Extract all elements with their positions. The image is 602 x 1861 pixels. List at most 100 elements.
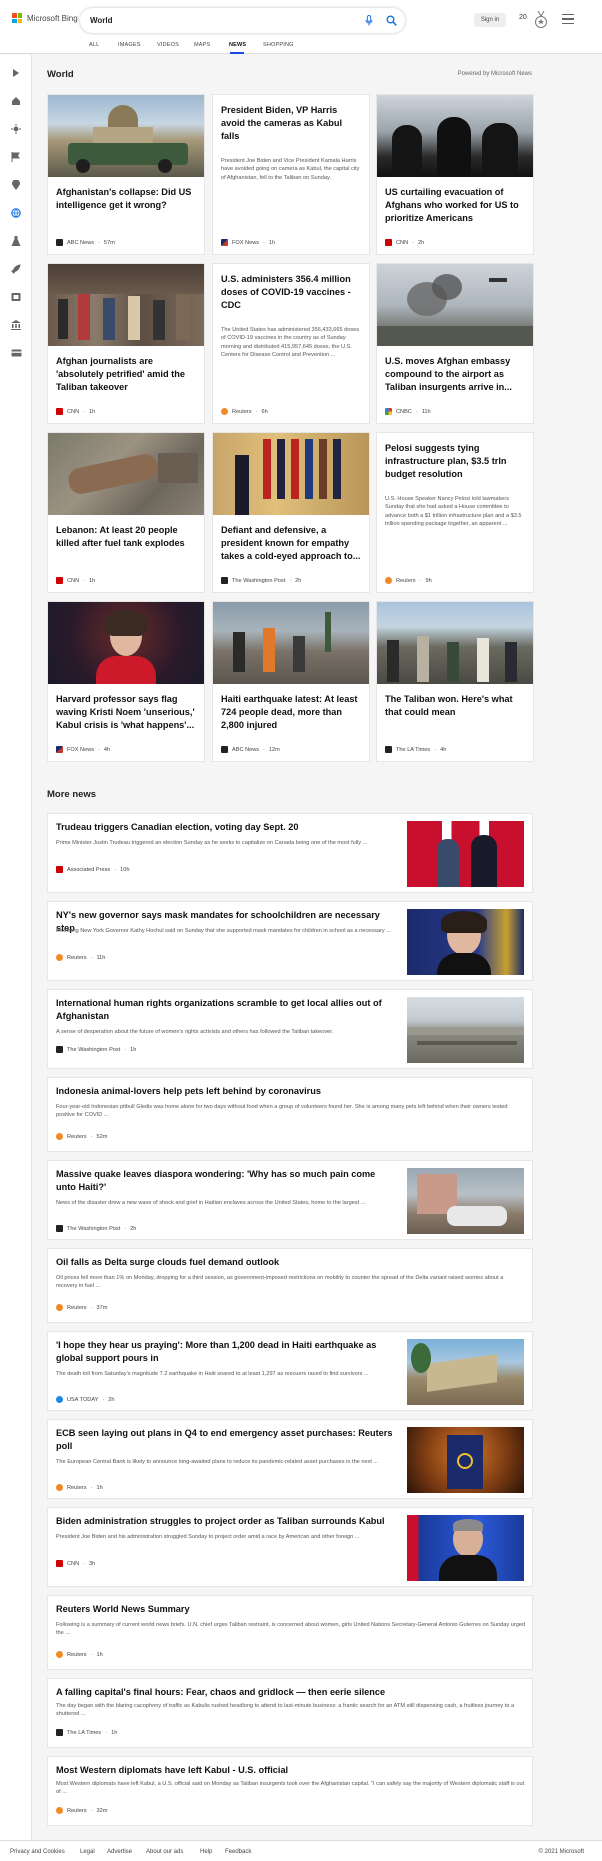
tab-maps[interactable]: MAPS xyxy=(194,42,210,48)
footer-link-feedback[interactable]: Feedback xyxy=(225,1849,251,1855)
footer-link-legal[interactable]: Legal xyxy=(80,1849,95,1855)
tab-images[interactable]: IMAGES xyxy=(118,42,141,48)
news-card[interactable]: US curtailing evacuation of Afghans who … xyxy=(376,94,534,255)
home-icon[interactable] xyxy=(10,95,22,107)
news-item-source[interactable]: Reuters · 52m xyxy=(56,1133,107,1140)
news-card[interactable]: U.S. administers 356.4 million doses of … xyxy=(212,263,370,424)
news-card-source[interactable]: The LA Times · 4h xyxy=(385,746,446,753)
news-card[interactable]: Afghan journalists are 'absolutely petri… xyxy=(47,263,205,424)
search-icon[interactable] xyxy=(383,13,399,29)
news-card-source[interactable]: CNN · 1h xyxy=(56,408,95,415)
news-card[interactable]: U.S. moves Afghan embassy compound to th… xyxy=(376,263,534,424)
news-item-source[interactable]: Reuters · 32m xyxy=(56,1807,107,1814)
news-item-source[interactable]: USA TODAY · 2h xyxy=(56,1396,115,1403)
news-card-title[interactable]: U.S. administers 356.4 million doses of … xyxy=(221,273,361,312)
news-card-title[interactable]: US curtailing evacuation of Afghans who … xyxy=(385,186,525,225)
news-card-title[interactable]: U.S. moves Afghan embassy compound to th… xyxy=(385,355,525,394)
news-item-source[interactable]: The LA Times · 1h xyxy=(56,1729,117,1736)
news-card-source[interactable]: CNN · 2h xyxy=(385,239,424,246)
news-card[interactable]: Afghanistan's collapse: Did US intellige… xyxy=(47,94,205,255)
science-flask-icon[interactable] xyxy=(10,235,22,247)
tab-videos[interactable]: VIDEOS xyxy=(157,42,179,48)
sign-in-button[interactable]: Sign in xyxy=(474,13,506,27)
news-card-title[interactable]: Haiti earthquake latest: At least 724 pe… xyxy=(221,693,361,732)
technology-rocket-icon[interactable] xyxy=(10,263,22,275)
news-item-title[interactable]: ECB seen laying out plans in Q4 to end e… xyxy=(56,1427,396,1453)
news-item-source[interactable]: The Washington Post · 2h xyxy=(56,1225,136,1232)
news-card-source[interactable]: ABC News · 12m xyxy=(221,746,280,753)
news-card-source[interactable]: CNBC · 11h xyxy=(385,408,431,415)
news-card-source[interactable]: Reuters · 9h xyxy=(385,577,432,584)
news-list-item[interactable]: International human rights organizations… xyxy=(47,989,533,1069)
news-item-source[interactable]: Reuters · 1h xyxy=(56,1484,103,1491)
menu-icon[interactable] xyxy=(562,14,574,24)
search-input[interactable]: World xyxy=(90,16,361,25)
footer-link-privacy[interactable]: Privacy and Cookies xyxy=(10,1849,65,1855)
news-card[interactable]: Lebanon: At least 20 people killed after… xyxy=(47,432,205,593)
news-card-title[interactable]: President Biden, VP Harris avoid the cam… xyxy=(221,104,361,143)
news-card-title[interactable]: The Taliban won. Here's what that could … xyxy=(385,693,525,719)
microphone-icon[interactable] xyxy=(361,13,377,29)
news-list-item[interactable]: 'I hope they hear us praying': More than… xyxy=(47,1331,533,1411)
news-card-title[interactable]: Afghan journalists are 'absolutely petri… xyxy=(56,355,196,394)
tab-shopping[interactable]: SHOPPING xyxy=(263,42,294,48)
news-item-source[interactable]: Reuters · 37m xyxy=(56,1304,107,1311)
news-card-title[interactable]: Lebanon: At least 20 people killed after… xyxy=(56,524,196,550)
news-card-title[interactable]: Defiant and defensive, a president known… xyxy=(221,524,361,563)
news-card-source[interactable]: Reuters · 6h xyxy=(221,408,268,415)
news-card[interactable]: The Taliban won. Here's what that could … xyxy=(376,601,534,762)
news-card-source[interactable]: The Washington Post · 2h xyxy=(221,577,301,584)
rewards-points[interactable]: 20 xyxy=(519,14,527,21)
news-list-item[interactable]: NY's new governor says mask mandates for… xyxy=(47,901,533,981)
local-pin-icon[interactable] xyxy=(10,179,22,191)
news-list-item[interactable]: Trudeau triggers Canadian election, voti… xyxy=(47,813,533,893)
news-list-item[interactable]: Most Western diplomats have left Kabul -… xyxy=(47,1756,533,1826)
news-card-title[interactable]: Harvard professor says flag waving Krist… xyxy=(56,693,196,732)
news-list-item[interactable]: Oil falls as Delta surge clouds fuel dem… xyxy=(47,1248,533,1323)
news-item-title[interactable]: Oil falls as Delta surge clouds fuel dem… xyxy=(56,1256,526,1269)
news-list-item[interactable]: A falling capital's final hours: Fear, c… xyxy=(47,1678,533,1748)
news-item-source[interactable]: The Washington Post · 1h xyxy=(56,1046,136,1053)
news-card[interactable]: Haiti earthquake latest: At least 724 pe… xyxy=(212,601,370,762)
footer-link-help[interactable]: Help xyxy=(200,1849,212,1855)
us-news-flag-icon[interactable] xyxy=(10,151,22,163)
news-item-title[interactable]: A falling capital's final hours: Fear, c… xyxy=(56,1686,526,1699)
coronavirus-icon[interactable] xyxy=(10,123,22,135)
news-item-title[interactable]: Reuters World News Summary xyxy=(56,1603,526,1616)
search-box[interactable]: World xyxy=(80,8,405,33)
news-card-title[interactable]: Afghanistan's collapse: Did US intellige… xyxy=(56,186,196,212)
news-list-item[interactable]: Reuters World News Summary Following is … xyxy=(47,1595,533,1670)
footer-link-about-ads[interactable]: About our ads xyxy=(146,1849,183,1855)
bing-logo[interactable]: Microsoft Bing xyxy=(12,13,78,23)
rewards-medal-icon[interactable] xyxy=(534,10,548,29)
news-card-source[interactable]: ABC News · 57m xyxy=(56,239,115,246)
news-card-source[interactable]: FOX News · 1h xyxy=(221,239,275,246)
news-card[interactable]: Defiant and defensive, a president known… xyxy=(212,432,370,593)
news-item-title[interactable]: Massive quake leaves diaspora wondering:… xyxy=(56,1168,396,1194)
news-card-source[interactable]: CNN · 1h xyxy=(56,577,95,584)
news-card[interactable]: President Biden, VP Harris avoid the cam… xyxy=(212,94,370,255)
news-item-title[interactable]: Biden administration struggles to projec… xyxy=(56,1515,396,1528)
money-card-icon[interactable] xyxy=(10,347,22,359)
news-item-title[interactable]: Trudeau triggers Canadian election, voti… xyxy=(56,821,396,834)
news-card[interactable]: Pelosi suggests tying infrastructure pla… xyxy=(376,432,534,593)
news-item-title[interactable]: Indonesia animal-lovers help pets left b… xyxy=(56,1085,526,1098)
world-globe-icon[interactable] xyxy=(10,207,22,219)
news-item-title[interactable]: 'I hope they hear us praying': More than… xyxy=(56,1339,396,1365)
news-item-source[interactable]: CNN · 3h xyxy=(56,1560,95,1567)
news-list-item[interactable]: ECB seen laying out plans in Q4 to end e… xyxy=(47,1419,533,1499)
footer-link-advertise[interactable]: Advertise xyxy=(107,1849,132,1855)
news-list-item[interactable]: Massive quake leaves diaspora wondering:… xyxy=(47,1160,533,1240)
news-item-source[interactable]: Associated Press · 10h xyxy=(56,866,129,873)
news-item-title[interactable]: Most Western diplomats have left Kabul -… xyxy=(56,1764,526,1777)
news-list-item[interactable]: Biden administration struggles to projec… xyxy=(47,1507,533,1587)
politics-building-icon[interactable] xyxy=(10,319,22,331)
news-card-source[interactable]: FOX News · 4h xyxy=(56,746,110,753)
news-card-title[interactable]: Pelosi suggests tying infrastructure pla… xyxy=(385,442,525,481)
powered-by-label[interactable]: Powered by Microsoft News xyxy=(440,71,532,77)
tab-news[interactable]: NEWS xyxy=(229,42,246,48)
entertainment-icon[interactable] xyxy=(10,291,22,303)
news-item-source[interactable]: Reuters · 11h xyxy=(56,954,105,961)
expand-sidebar-icon[interactable] xyxy=(10,67,22,79)
news-list-item[interactable]: Indonesia animal-lovers help pets left b… xyxy=(47,1077,533,1152)
